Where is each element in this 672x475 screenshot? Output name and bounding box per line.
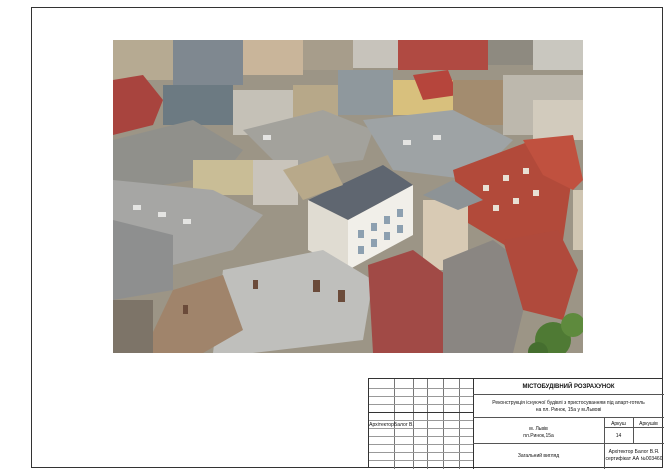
aerial-view-of-city-block xyxy=(113,40,583,353)
drawing-name: Загальний вигляд xyxy=(517,453,560,459)
grid-line xyxy=(459,379,460,469)
grid-line xyxy=(443,379,444,469)
grid-line xyxy=(427,379,428,469)
grid-line xyxy=(369,412,473,413)
author-line-1: Архітектор Балог В.Я. xyxy=(608,449,660,455)
title-block: МІСТОБУДІВНИЙ РОЗРАХУНОК Реконструкція і… xyxy=(368,378,664,469)
role-name: Балог В. xyxy=(394,422,414,428)
author-line-2: сертифікат АА №003460 xyxy=(605,456,663,462)
sheets-label: Аркушів xyxy=(639,421,658,427)
grid-line xyxy=(369,404,473,405)
grid-line xyxy=(473,394,664,395)
grid-line xyxy=(473,443,664,444)
grid-line xyxy=(369,436,473,437)
grid-line xyxy=(369,388,473,389)
grid-line xyxy=(369,444,473,445)
grid-line xyxy=(604,427,664,428)
grid-line xyxy=(473,417,664,418)
project-line-2: на пл. Ринок, 15а у м.Львові xyxy=(535,407,602,413)
grid-line xyxy=(369,460,473,461)
aerial-photo xyxy=(113,40,583,353)
grid-line xyxy=(369,420,473,421)
location-line-2: пл.Ринок,15а xyxy=(523,433,554,439)
sheet-label: Аркуш xyxy=(611,421,626,427)
project-line-1: Реконструкція існуючої будівлі з пристос… xyxy=(492,400,645,406)
sheet-number: 14 xyxy=(615,433,622,439)
grid-line xyxy=(369,452,473,453)
location-line-1: м. Львів xyxy=(529,426,548,432)
grid-line xyxy=(369,428,473,429)
grid-line xyxy=(369,396,473,397)
drawing-title: МІСТОБУДІВНИЙ РОЗРАХУНОК xyxy=(522,384,615,390)
role-label: Архітектор xyxy=(369,422,394,428)
